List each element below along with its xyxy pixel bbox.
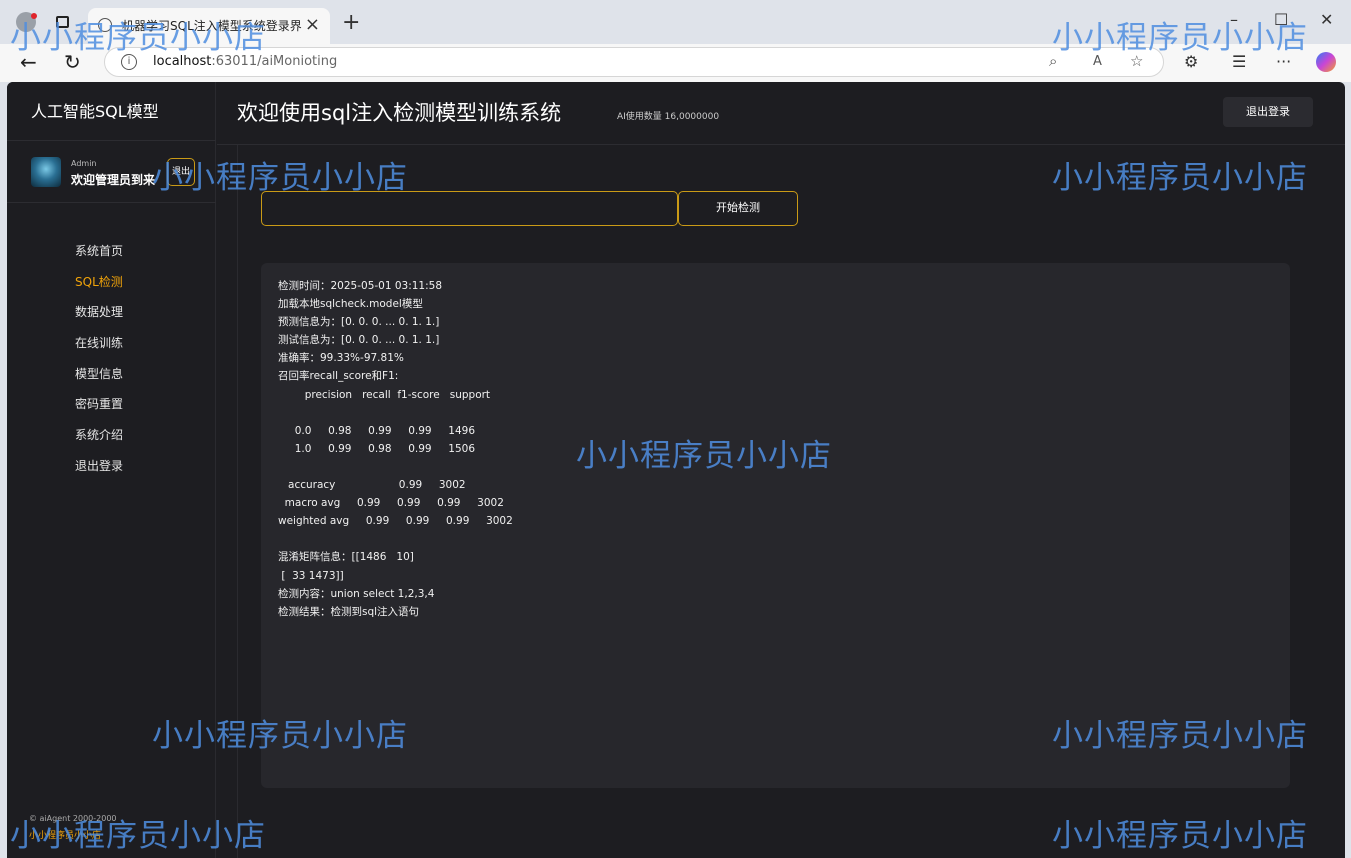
read-aloud-icon[interactable]: A bbox=[1093, 54, 1102, 69]
favorites-icon[interactable]: ☰ bbox=[1232, 52, 1246, 71]
close-tab-icon[interactable]: × bbox=[305, 14, 320, 35]
usage-count: AI使用数量 16,0000000 bbox=[617, 112, 720, 122]
result-line: macro avg 0.99 0.99 0.99 3002 bbox=[278, 497, 504, 510]
result-panel: 检测时间：2025-05-01 03:11:58 加载本地sqlcheck.mo… bbox=[261, 263, 1290, 788]
divider bbox=[7, 140, 216, 141]
url-path: :63011/aiMonioting bbox=[211, 54, 338, 69]
result-line: 加载本地sqlcheck.model模型 bbox=[278, 298, 423, 311]
divider bbox=[217, 144, 1345, 145]
result-line: 准确率：99.33%-97.81% bbox=[278, 352, 404, 365]
maximize-button[interactable]: ☐ bbox=[1274, 10, 1288, 29]
minimize-button[interactable]: – bbox=[1230, 10, 1238, 29]
divider bbox=[237, 145, 238, 858]
app-root: 人工智能SQL模型 Admin 欢迎管理员到来 退出 系统首页 SQL检测 数据… bbox=[7, 82, 1345, 858]
globe-icon bbox=[98, 18, 112, 32]
sidebar-item-logout[interactable]: 退出登录 bbox=[75, 457, 123, 488]
main-content: 欢迎使用sql注入检测模型训练系统 AI使用数量 16,0000000 退出登录… bbox=[217, 82, 1345, 858]
user-welcome: 欢迎管理员到来 bbox=[71, 173, 156, 187]
result-line: 检测内容：union select 1,2,3,4 bbox=[278, 587, 435, 600]
sidebar-item-online-training[interactable]: 在线训练 bbox=[75, 334, 123, 365]
new-tab-icon[interactable]: + bbox=[342, 10, 360, 35]
user-role: Admin bbox=[71, 159, 97, 168]
tab-title: 机器学习SQL注入模型系统登录界 bbox=[122, 19, 302, 33]
start-detect-button[interactable]: 开始检测 bbox=[678, 191, 798, 226]
extensions-icon[interactable]: ⚙ bbox=[1184, 52, 1198, 71]
sidebar-logout-button[interactable]: 退出 bbox=[167, 158, 195, 186]
url-text[interactable]: localhost:63011/aiMonioting bbox=[153, 54, 337, 69]
result-line: [ 33 1473]] bbox=[278, 569, 344, 582]
notification-dot-icon bbox=[31, 13, 37, 19]
more-icon[interactable]: ··· bbox=[1276, 52, 1291, 71]
avatar bbox=[31, 157, 61, 187]
result-line: 预测信息为：[0. 0. 0. ... 0. 1. 1.] bbox=[278, 316, 440, 329]
brand-title: 人工智能SQL模型 bbox=[31, 102, 159, 121]
address-bar: ← ↻ i localhost:63011/aiMonioting ⌕ A ☆ … bbox=[0, 44, 1351, 82]
result-line: 0.0 0.98 0.99 0.99 1496 bbox=[278, 424, 475, 437]
result-line bbox=[278, 458, 1273, 476]
result-line bbox=[278, 404, 1273, 422]
page-title: 欢迎使用sql注入检测模型训练系统 bbox=[237, 101, 562, 125]
tab-strip: 机器学习SQL注入模型系统登录界 × + – ☐ ✕ bbox=[0, 0, 1351, 44]
sidebar-menu: 系统首页 SQL检测 数据处理 在线训练 模型信息 密码重置 系统介绍 退出登录 bbox=[75, 242, 123, 488]
result-line: weighted avg 0.99 0.99 0.99 3002 bbox=[278, 515, 513, 528]
sidebar-item-password-reset[interactable]: 密码重置 bbox=[75, 395, 123, 426]
divider bbox=[7, 202, 216, 203]
sidebar-item-system-intro[interactable]: 系统介绍 bbox=[75, 426, 123, 457]
shop-name: 小小程序员小小店 bbox=[29, 831, 102, 841]
tab-actions-icon[interactable] bbox=[56, 16, 69, 28]
sql-input[interactable] bbox=[261, 191, 678, 226]
copilot-icon[interactable] bbox=[1316, 52, 1336, 72]
result-line: 1.0 0.99 0.98 0.99 1506 bbox=[278, 442, 475, 455]
info-icon[interactable]: i bbox=[121, 54, 137, 70]
result-line: 测试信息为：[0. 0. 0. ... 0. 1. 1.] bbox=[278, 334, 440, 347]
result-line bbox=[278, 530, 1273, 548]
sidebar-item-data-processing[interactable]: 数据处理 bbox=[75, 303, 123, 334]
back-icon[interactable]: ← bbox=[20, 50, 37, 74]
sidebar-item-home[interactable]: 系统首页 bbox=[75, 242, 123, 273]
sidebar-item-sql-detect[interactable]: SQL检测 bbox=[75, 273, 123, 304]
result-line: precision recall f1-score support bbox=[278, 388, 491, 401]
browser-tab[interactable]: 机器学习SQL注入模型系统登录界 × bbox=[88, 8, 330, 44]
favorite-star-icon[interactable]: ☆ bbox=[1130, 52, 1143, 70]
result-line: 混淆矩阵信息：[[1486 10] bbox=[278, 551, 414, 564]
sidebar: 人工智能SQL模型 Admin 欢迎管理员到来 退出 系统首页 SQL检测 数据… bbox=[7, 82, 216, 858]
result-line: accuracy 0.99 3002 bbox=[278, 479, 466, 492]
result-line: 检测结果：检测到sql注入语句 bbox=[278, 605, 420, 618]
copyright: © aiAgent 2000-2000 bbox=[29, 814, 117, 823]
close-window-button[interactable]: ✕ bbox=[1320, 10, 1333, 29]
header-logout-button[interactable]: 退出登录 bbox=[1223, 97, 1313, 127]
refresh-icon[interactable]: ↻ bbox=[64, 50, 81, 74]
result-line: 检测时间：2025-05-01 03:11:58 bbox=[278, 280, 443, 292]
zoom-icon[interactable]: ⌕ bbox=[1049, 52, 1057, 70]
url-host: localhost bbox=[153, 54, 212, 69]
result-line: 召回率recall_score和F1: bbox=[278, 370, 399, 383]
url-box[interactable]: i localhost:63011/aiMonioting ⌕ A ☆ bbox=[104, 47, 1164, 77]
sidebar-item-model-info[interactable]: 模型信息 bbox=[75, 365, 123, 396]
browser-window: 机器学习SQL注入模型系统登录界 × + – ☐ ✕ ← ↻ i localho… bbox=[0, 0, 1351, 858]
